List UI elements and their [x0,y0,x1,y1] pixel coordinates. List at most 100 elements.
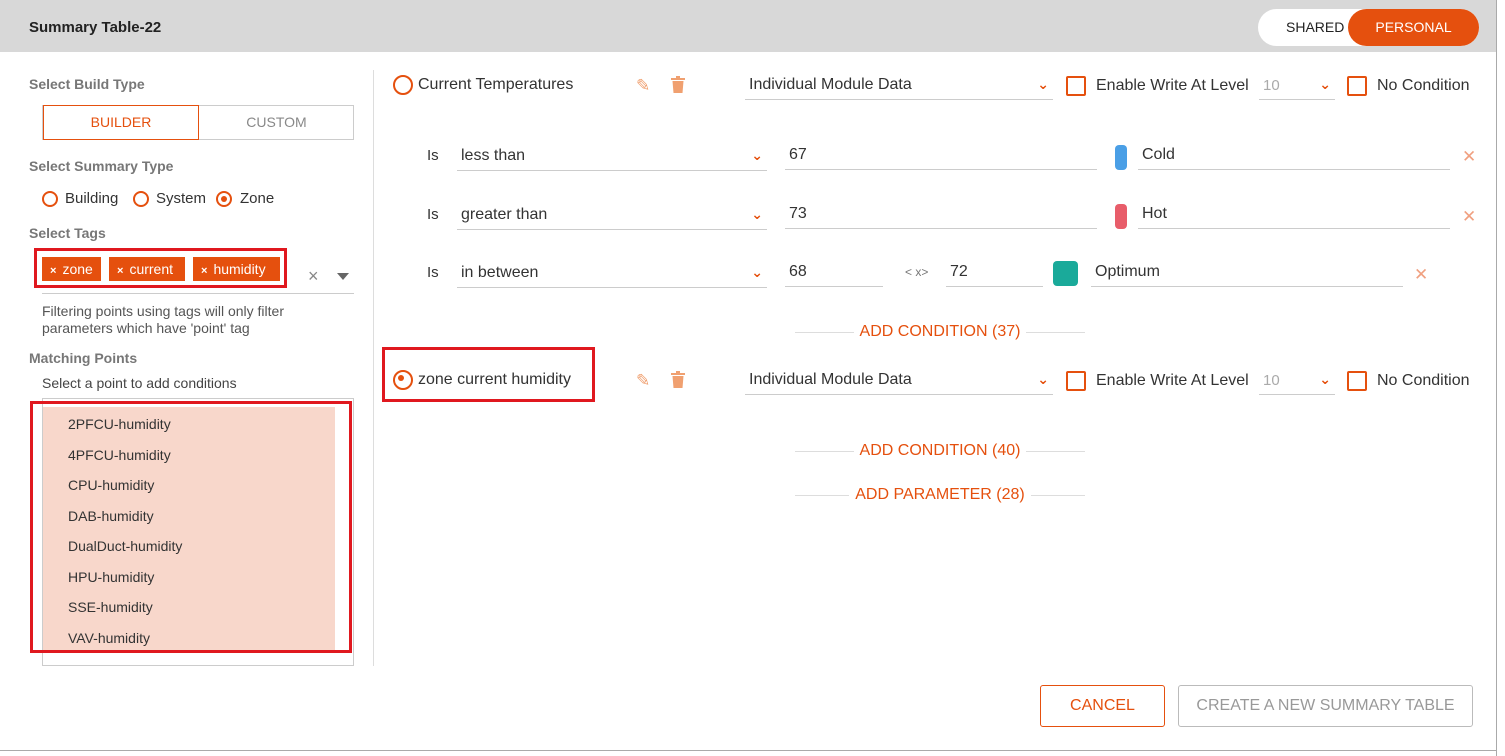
tag-label: current [129,261,174,277]
param-radio[interactable] [393,370,413,390]
between-symbol: < x> [905,265,929,279]
data-source-value: Individual Module Data [749,76,912,93]
point-item[interactable]: VAV-humidity [68,630,150,646]
condition-label: Optimum [1095,263,1160,280]
point-item[interactable]: 4PFCU-humidity [68,447,171,463]
chevron-down-icon: ⌄ [1037,76,1049,92]
close-icon[interactable]: ✕ [1462,207,1476,227]
panel-divider [373,70,374,666]
no-condition-checkbox[interactable] [1347,371,1367,391]
condition-label-input[interactable]: Hot [1138,203,1450,229]
radio-system[interactable] [133,191,149,207]
points-highlight: 2PFCU-humidity 4PFCU-humidity CPU-humidi… [30,401,352,653]
condition-value-input[interactable]: 68 [785,261,883,287]
color-swatch[interactable] [1115,145,1127,170]
condition-value: 68 [789,263,807,280]
tags-highlight: × zone × current × humidity [34,248,287,288]
dialog-border [1496,52,1497,756]
dialog-header: Summary Table-22 SHARED PERSONAL [0,0,1497,52]
level-select[interactable]: 10 ⌄ [1259,369,1335,395]
pencil-icon[interactable]: ✎ [636,76,650,96]
radio-zone[interactable] [216,191,232,207]
tags-underline [42,293,354,294]
point-item[interactable]: DualDuct-humidity [68,538,182,554]
add-condition-button[interactable]: ADD CONDITION (37) [795,323,1085,341]
point-item[interactable]: DAB-humidity [68,508,154,524]
condition-operator: greater than [461,206,548,223]
data-source-select[interactable]: Individual Module Data ⌄ [745,369,1053,395]
condition-label: Hot [1142,205,1167,222]
clear-tags-icon[interactable]: × [308,266,319,287]
builder-button[interactable]: BUILDER [43,105,199,140]
tag-chip[interactable]: × humidity [193,257,280,281]
build-type-label: Select Build Type [29,76,145,92]
trash-icon[interactable] [670,76,686,99]
enable-write-label: Enable Write At Level [1096,77,1249,94]
enable-write-checkbox[interactable] [1066,371,1086,391]
trash-icon[interactable] [670,371,686,394]
no-condition-label: No Condition [1377,372,1470,389]
condition-operator-select[interactable]: less than ⌄ [457,145,767,171]
point-item[interactable]: 2PFCU-humidity [68,416,171,432]
condition-operator-select[interactable]: greater than ⌄ [457,204,767,230]
toggle-personal[interactable]: PERSONAL [1348,9,1479,46]
cancel-button[interactable]: CANCEL [1040,685,1165,727]
tag-chip[interactable]: × current [109,257,185,281]
point-item[interactable]: HPU-humidity [68,569,154,585]
add-parameter-button[interactable]: ADD PARAMETER (28) [795,486,1085,504]
close-icon[interactable]: × [50,265,56,277]
no-condition-checkbox[interactable] [1347,76,1367,96]
tags-dropdown-icon[interactable] [337,273,349,280]
condition-value2-input[interactable]: 72 [946,261,1043,287]
condition-is-label: Is [427,206,439,223]
condition-is-label: Is [427,147,439,164]
condition-operator-select[interactable]: in between ⌄ [457,262,767,288]
condition-value-input[interactable]: 67 [785,144,1097,170]
tags-help-text: Filtering points using tags will only fi… [42,303,284,336]
radio-building-label: Building [65,190,119,207]
tags-label: Select Tags [29,225,106,241]
pencil-icon[interactable]: ✎ [636,371,650,391]
no-condition-label: No Condition [1377,77,1470,94]
param-label: Current Temperatures [418,76,574,93]
point-item[interactable]: CPU-humidity [68,477,154,493]
condition-is-label: Is [427,264,439,281]
tag-chip[interactable]: × zone [42,257,101,281]
close-icon[interactable]: × [201,265,207,277]
create-summary-table-button[interactable]: CREATE A NEW SUMMARY TABLE [1178,685,1473,727]
color-swatch[interactable] [1115,204,1127,229]
condition-operator: in between [461,264,539,281]
toggle-shared[interactable]: SHARED [1286,19,1344,35]
add-condition-row: ADD CONDITION (40) [795,442,1085,462]
level-select[interactable]: 10 ⌄ [1259,74,1335,100]
points-divider [42,398,354,399]
close-icon[interactable]: ✕ [1462,147,1476,167]
color-swatch[interactable] [1053,261,1078,286]
condition-value: 73 [789,205,807,222]
dialog-title: Summary Table-22 [29,19,162,36]
matching-points-label: Matching Points [29,350,138,366]
build-type-selector: BUILDER CUSTOM [42,105,354,140]
close-icon[interactable]: × [117,265,123,277]
condition-label-input[interactable]: Optimum [1091,261,1403,287]
radio-building[interactable] [42,191,58,207]
add-condition-button[interactable]: ADD CONDITION (40) [795,442,1085,460]
data-source-select[interactable]: Individual Module Data ⌄ [745,74,1053,100]
summary-type-label: Select Summary Type [29,158,174,174]
param-radio[interactable] [393,75,413,95]
param-label: zone current humidity [418,371,571,388]
enable-write-label: Enable Write At Level [1096,372,1249,389]
condition-label-input[interactable]: Cold [1138,144,1450,170]
tag-label: zone [62,261,93,277]
condition-value-input[interactable]: 73 [785,203,1097,229]
chevron-down-icon: ⌄ [751,206,763,222]
add-parameter-row: ADD PARAMETER (28) [795,486,1085,506]
visibility-toggle[interactable]: SHARED PERSONAL [1258,9,1479,46]
chevron-down-icon: ⌄ [1319,76,1331,92]
point-item[interactable]: SSE-humidity [68,599,153,615]
custom-button[interactable]: CUSTOM [199,106,354,139]
enable-write-checkbox[interactable] [1066,76,1086,96]
dialog-border-bottom [0,750,1497,751]
select-point-hint: Select a point to add conditions [42,375,237,391]
close-icon[interactable]: ✕ [1414,265,1428,285]
